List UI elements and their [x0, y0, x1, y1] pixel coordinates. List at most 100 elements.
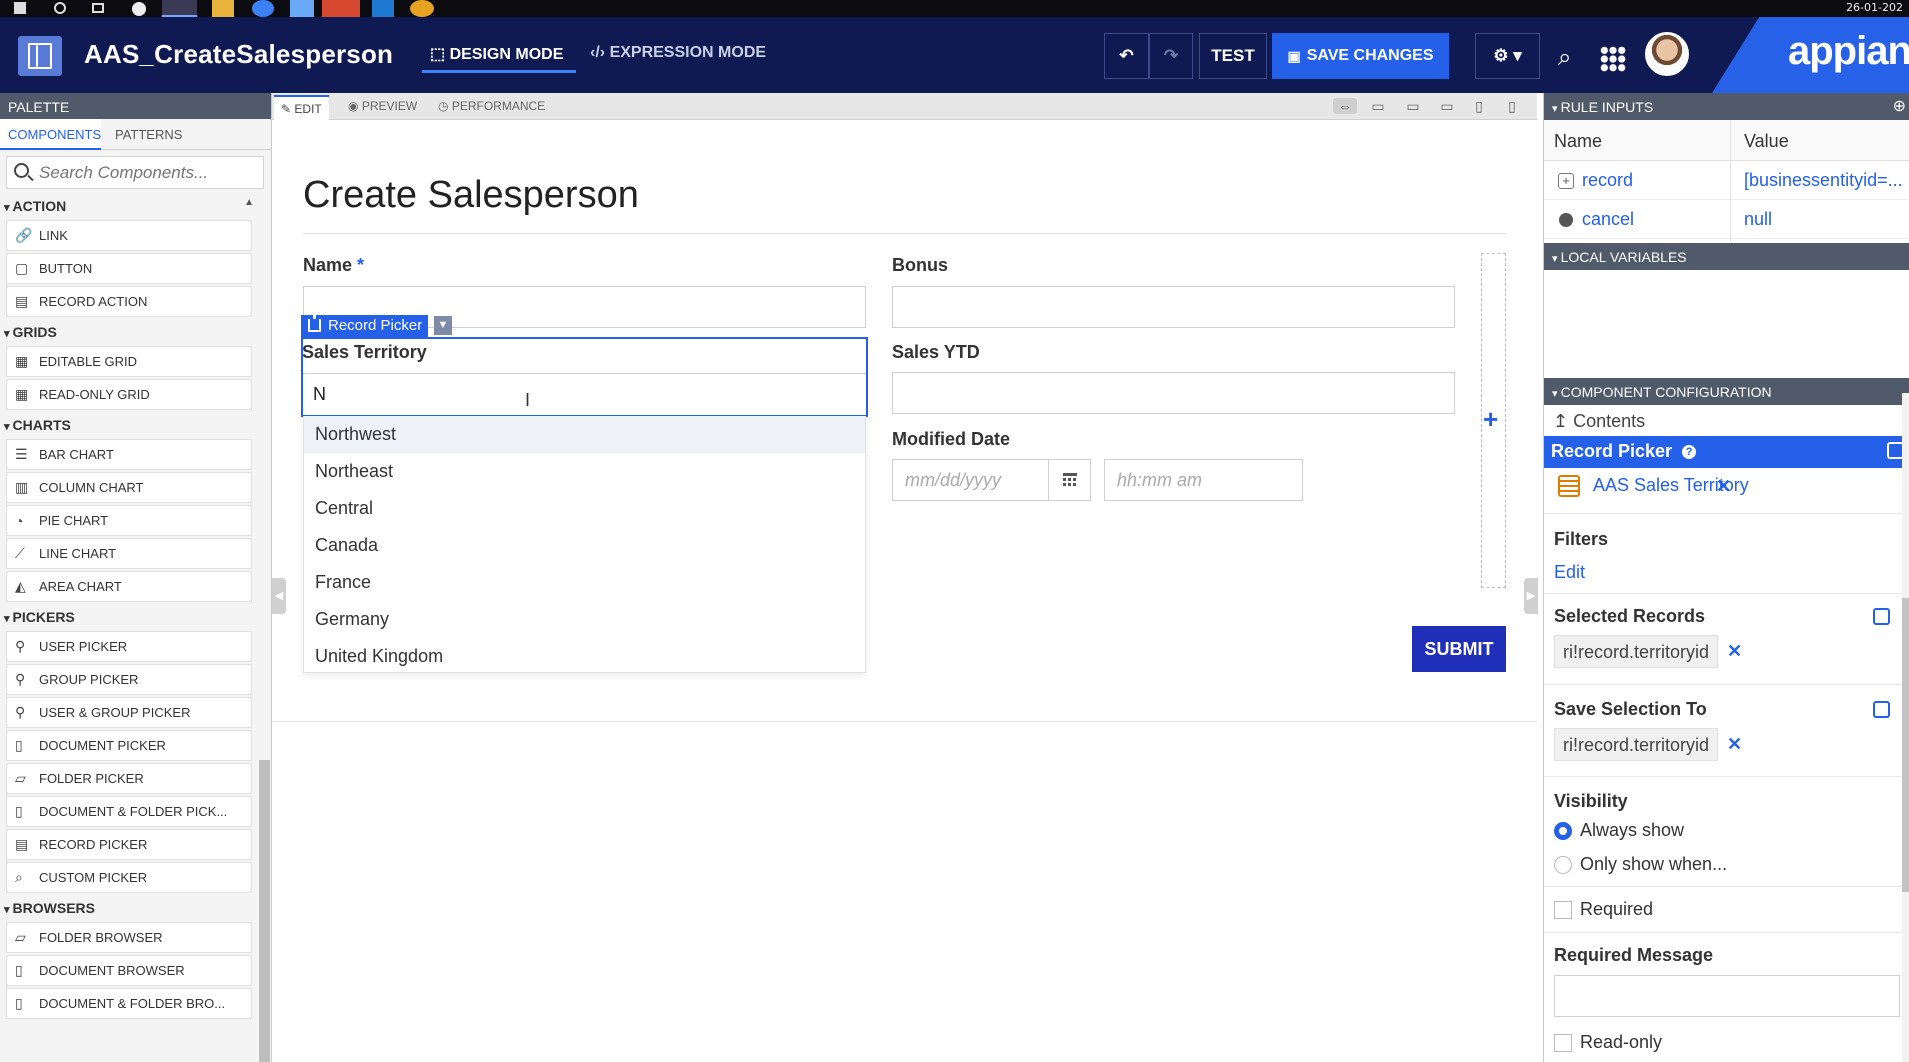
palette-item[interactable]: ⚲ USER PICKER	[6, 631, 252, 662]
palette-item[interactable]: ▤ RECORD ACTION	[6, 286, 252, 317]
palette-item[interactable]: ▱ FOLDER PICKER	[6, 763, 252, 794]
palette-item[interactable]: ☰ BAR CHART	[6, 439, 252, 470]
save-selection-to-value[interactable]: ri!record.territoryid	[1554, 728, 1719, 761]
palette-item[interactable]: ▯ DOCUMENT & FOLDER BRO...	[6, 988, 252, 1019]
component-configuration-header[interactable]: COMPONENT CONFIGURATION	[1544, 378, 1909, 405]
dropdown-option[interactable]: Germany	[304, 601, 865, 638]
expression-mode-tab[interactable]: ‹/› EXPRESSION MODE	[590, 44, 766, 62]
bonus-field-label[interactable]: Bonus	[892, 255, 948, 276]
clear-selected-records-icon[interactable]: ✕	[1727, 641, 1742, 662]
user-avatar[interactable]	[1645, 32, 1689, 76]
palette-item[interactable]: ◭ AREA CHART	[6, 571, 252, 602]
store-icon[interactable]	[212, 0, 234, 17]
palette-item[interactable]: ▦ READ-ONLY GRID	[6, 379, 252, 410]
palette-category[interactable]: BROWSERS	[0, 895, 258, 920]
tablet-portrait-icon[interactable]: ▯	[1469, 98, 1489, 114]
redo-button[interactable]: ↷	[1149, 33, 1193, 79]
palette-item[interactable]: ⌕ CUSTOM PICKER	[6, 862, 252, 893]
object-search-icon[interactable]: ⌕	[1558, 44, 1571, 72]
read-only-label[interactable]: Read-only	[1580, 1032, 1662, 1053]
date-input[interactable]: mm/dd/yyyy	[892, 459, 1049, 501]
dropdown-option[interactable]: Northwest	[304, 416, 865, 453]
task-view-icon[interactable]	[92, 3, 104, 13]
clear-save-selection-icon[interactable]: ✕	[1727, 734, 1742, 755]
expression-edit-icon[interactable]	[1873, 701, 1890, 718]
chrome-icon[interactable]	[252, 0, 274, 17]
remove-record-type-icon[interactable]: ✕	[1716, 476, 1731, 497]
calendar-button[interactable]	[1048, 459, 1091, 501]
undo-button[interactable]: ↶	[1104, 33, 1149, 79]
rule-input-value[interactable]: null	[1744, 209, 1909, 230]
notification-app-icon[interactable]	[322, 0, 360, 17]
name-field-label[interactable]: Name *	[303, 255, 364, 276]
add-column-plus-icon[interactable]: +	[1483, 404, 1498, 435]
chrome-profile-icon[interactable]	[410, 0, 434, 17]
palette-scrollbar[interactable]	[259, 760, 270, 1062]
only-show-when-label[interactable]: Only show when...	[1580, 854, 1727, 875]
rule-input-row[interactable]: cancel null	[1544, 200, 1909, 239]
sales-territory-field-label[interactable]: Sales Territory	[302, 342, 427, 363]
palette-category[interactable]: PICKERS	[0, 604, 258, 629]
read-only-checkbox[interactable]	[1554, 1034, 1572, 1052]
dropdown-option[interactable]: Canada	[304, 527, 865, 564]
phone-icon[interactable]: ▯	[1502, 98, 1522, 114]
expression-edit-icon[interactable]	[1873, 608, 1890, 625]
time-input[interactable]: hh:mm am	[1104, 459, 1303, 501]
palette-item[interactable]: ▯ DOCUMENT & FOLDER PICK...	[6, 796, 252, 827]
test-button[interactable]: TEST	[1199, 33, 1267, 79]
help-icon[interactable]: ?	[1682, 445, 1697, 459]
palette-item[interactable]: ⚲ USER & GROUP PICKER	[6, 697, 252, 728]
modified-date-field-label[interactable]: Modified Date	[892, 429, 1010, 450]
palette-item[interactable]: ▢ BUTTON	[6, 253, 252, 284]
collapse-config-handle[interactable]: ▶	[1524, 578, 1538, 614]
palette-item[interactable]: ▱ FOLDER BROWSER	[6, 922, 252, 953]
required-message-input[interactable]	[1554, 975, 1900, 1017]
tablet-landscape-icon[interactable]: ▭	[1437, 98, 1457, 114]
component-menu-dropdown[interactable]: ▼	[434, 316, 452, 335]
component-search[interactable]	[6, 156, 264, 189]
palette-item[interactable]: ▯ DOCUMENT BROWSER	[6, 955, 252, 986]
local-variables-header[interactable]: LOCAL VARIABLES	[1544, 243, 1909, 270]
rule-input-value[interactable]: [businessentityid=...	[1744, 170, 1909, 191]
selected-records-value[interactable]: ri!record.territoryid	[1554, 635, 1719, 668]
design-mode-tab[interactable]: ⬚ DESIGN MODE	[430, 44, 563, 64]
contents-breadcrumb[interactable]: ↥ Contents	[1553, 411, 1645, 432]
palette-item[interactable]: 🔗 LINK	[6, 220, 252, 251]
dropdown-option[interactable]: France	[304, 564, 865, 601]
palette-item[interactable]: ◔ PIE CHART	[6, 505, 252, 536]
search-icon[interactable]	[54, 2, 66, 14]
vscode-icon[interactable]	[372, 0, 394, 17]
scroll-up-icon[interactable]: ▲	[244, 197, 254, 208]
file-explorer-icon[interactable]	[162, 0, 197, 17]
palette-category[interactable]: GRIDS	[0, 319, 258, 344]
sales-ytd-field-label[interactable]: Sales YTD	[892, 342, 980, 363]
sales-ytd-input[interactable]	[892, 372, 1455, 414]
only-show-when-radio[interactable]	[1554, 856, 1572, 874]
outlook-icon[interactable]	[290, 0, 314, 17]
always-show-label[interactable]: Always show	[1580, 820, 1684, 841]
palette-item[interactable]: ⟋ LINE CHART	[6, 538, 252, 569]
dropdown-option[interactable]: United Kingdom	[304, 638, 865, 675]
tab-patterns[interactable]: PATTERNS	[115, 127, 182, 142]
desktop-icon[interactable]: ▭	[1403, 98, 1423, 114]
dropdown-option[interactable]: Northeast	[304, 453, 865, 490]
settings-menu-button[interactable]: ⚙ ▾	[1475, 33, 1540, 79]
rule-input-name[interactable]: cancel	[1582, 209, 1634, 230]
filters-edit-link[interactable]: Edit	[1554, 562, 1585, 583]
rule-inputs-header[interactable]: RULE INPUTS ⊕	[1544, 93, 1909, 120]
tab-components[interactable]: COMPONENTS	[0, 119, 101, 150]
rule-input-name[interactable]: record	[1582, 170, 1633, 191]
bonus-input[interactable]	[892, 286, 1455, 328]
sales-territory-input[interactable]	[303, 373, 866, 415]
palette-item[interactable]: ▦ EDITABLE GRID	[6, 346, 252, 377]
fit-width-icon[interactable]: ⇔	[1333, 98, 1357, 114]
tab-preview[interactable]: ◉ PREVIEW	[348, 99, 417, 113]
collapse-palette-handle[interactable]: ◀	[272, 578, 286, 614]
palette-item[interactable]: ▤ RECORD PICKER	[6, 829, 252, 860]
desktop-wide-icon[interactable]: ▭	[1368, 98, 1388, 114]
always-show-radio[interactable]	[1554, 822, 1572, 840]
app-icon[interactable]	[132, 2, 146, 16]
add-rule-input-icon[interactable]: ⊕	[1893, 96, 1906, 116]
selected-component-tag[interactable]: Record Picker	[301, 315, 429, 337]
expand-plus-icon[interactable]: +	[1558, 173, 1574, 189]
